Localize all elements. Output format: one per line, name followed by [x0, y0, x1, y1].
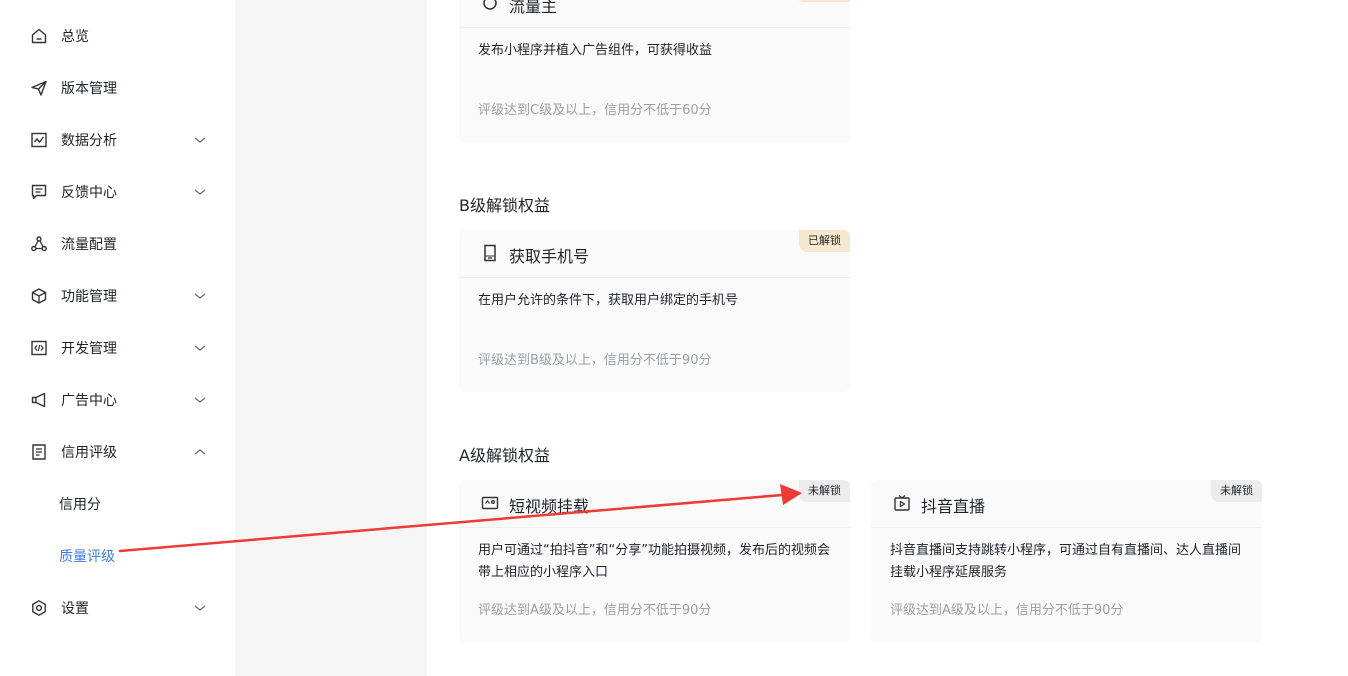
section-title-b: B级解锁权益	[459, 196, 550, 215]
chevron-down-icon	[194, 605, 206, 611]
sidebar-item-label: 版本管理	[61, 81, 117, 97]
send-icon	[30, 79, 48, 97]
card-description: 发布小程序并植入广告组件，可获得收益	[478, 43, 713, 58]
tv-play-icon	[894, 495, 910, 511]
sidebar-item-credit-rating[interactable]: 信用评级	[0, 432, 235, 472]
chart-icon	[30, 131, 48, 149]
sidebar-item-label: 设置	[61, 601, 89, 617]
status-badge: 已解锁	[799, 230, 850, 252]
chevron-down-icon	[194, 293, 206, 299]
sidebar-item-analytics[interactable]: 数据分析	[0, 120, 235, 160]
home-icon	[30, 27, 48, 45]
sidebar-item-label: 数据分析	[61, 133, 117, 149]
benefit-card-phone-number[interactable]: 获取手机号 已解锁 在用户允许的条件下，获取用户绑定的手机号 评级达到B级及以上…	[459, 230, 850, 392]
status-badge: 未解锁	[1211, 480, 1262, 502]
sidebar-item-ads[interactable]: 广告中心	[0, 380, 235, 420]
chevron-down-icon	[194, 189, 206, 195]
sidebar-item-label: 开发管理	[61, 341, 117, 357]
sidebar-item-overview[interactable]: 总览	[0, 16, 235, 56]
sidebar-subitem-label: 质量评级	[59, 549, 115, 565]
card-title: 短视频挂载	[509, 497, 590, 516]
sidebar-item-features[interactable]: 功能管理	[0, 276, 235, 316]
sidebar-item-development[interactable]: 开发管理	[0, 328, 235, 368]
card-requirement: 评级达到C级及以上，信用分不低于60分	[478, 103, 712, 118]
document-icon	[30, 443, 48, 461]
sidebar: 总览 版本管理 数据分析 反馈中心 流量配置 功能管理 开发管理 广告中心 信用…	[0, 0, 235, 676]
sidebar-item-label: 流量配置	[61, 237, 117, 253]
sidebar-subitem-credit-score[interactable]: 信用分	[0, 484, 235, 524]
card-description: 抖音直播间支持跳转小程序，可通过自有直播间、达人直播间挂载小程序延展服务	[890, 543, 1242, 580]
cube-icon	[30, 287, 48, 305]
sidebar-subitem-label: 信用分	[59, 497, 101, 513]
benefit-card-live-stream[interactable]: 抖音直播 未解锁 抖音直播间支持跳转小程序，可通过自有直播间、达人直播间挂载小程…	[871, 480, 1262, 642]
gear-icon	[30, 599, 48, 617]
sidebar-item-feedback[interactable]: 反馈中心	[0, 172, 235, 212]
sidebar-item-traffic[interactable]: 流量配置	[0, 224, 235, 264]
benefit-card-short-video[interactable]: 短视频挂载 未解锁 用户可通过“拍抖音”和“分享”功能拍摄视频，发布后的视频会带…	[459, 480, 850, 642]
megaphone-icon	[30, 391, 48, 409]
status-badge: 未解锁	[799, 480, 850, 502]
traffic-icon	[30, 235, 48, 253]
sidebar-item-settings[interactable]: 设置	[0, 588, 235, 628]
benefit-card-traffic-owner[interactable]: 流量主 发布小程序并植入广告组件，可获得收益 评级达到C级及以上，信用分不低于6…	[459, 0, 850, 142]
sidebar-item-label: 广告中心	[61, 393, 117, 409]
section-title-a: A级解锁权益	[459, 446, 550, 465]
chevron-up-icon	[194, 449, 206, 455]
card-title: 流量主	[509, 0, 558, 16]
card-requirement: 评级达到A级及以上，信用分不低于90分	[478, 603, 712, 618]
phone-icon	[484, 244, 496, 262]
sidebar-item-label: 总览	[61, 29, 89, 45]
card-title: 获取手机号	[509, 247, 590, 266]
content-gutter	[235, 0, 427, 676]
sidebar-item-label: 信用评级	[61, 445, 117, 461]
circle-icon	[483, 0, 497, 10]
message-icon	[30, 183, 48, 201]
chevron-down-icon	[194, 345, 206, 351]
sidebar-item-label: 功能管理	[61, 289, 117, 305]
status-badge	[796, 0, 850, 2]
card-title: 抖音直播	[921, 497, 986, 516]
card-requirement: 评级达到A级及以上，信用分不低于90分	[890, 603, 1124, 618]
sidebar-subitem-quality-rating[interactable]: 质量评级	[0, 536, 235, 576]
code-icon	[30, 339, 48, 357]
sidebar-item-versions[interactable]: 版本管理	[0, 68, 235, 108]
sidebar-item-label: 反馈中心	[61, 185, 117, 201]
chevron-down-icon	[194, 397, 206, 403]
video-icon	[481, 496, 499, 510]
card-description: 用户可通过“拍抖音”和“分享”功能拍摄视频，发布后的视频会带上相应的小程序入口	[478, 543, 830, 580]
chevron-down-icon	[194, 137, 206, 143]
card-requirement: 评级达到B级及以上，信用分不低于90分	[478, 353, 712, 368]
main-content: 流量主 发布小程序并植入广告组件，可获得收益 评级达到C级及以上，信用分不低于6…	[427, 0, 1348, 676]
card-description: 在用户允许的条件下，获取用户绑定的手机号	[478, 293, 739, 308]
